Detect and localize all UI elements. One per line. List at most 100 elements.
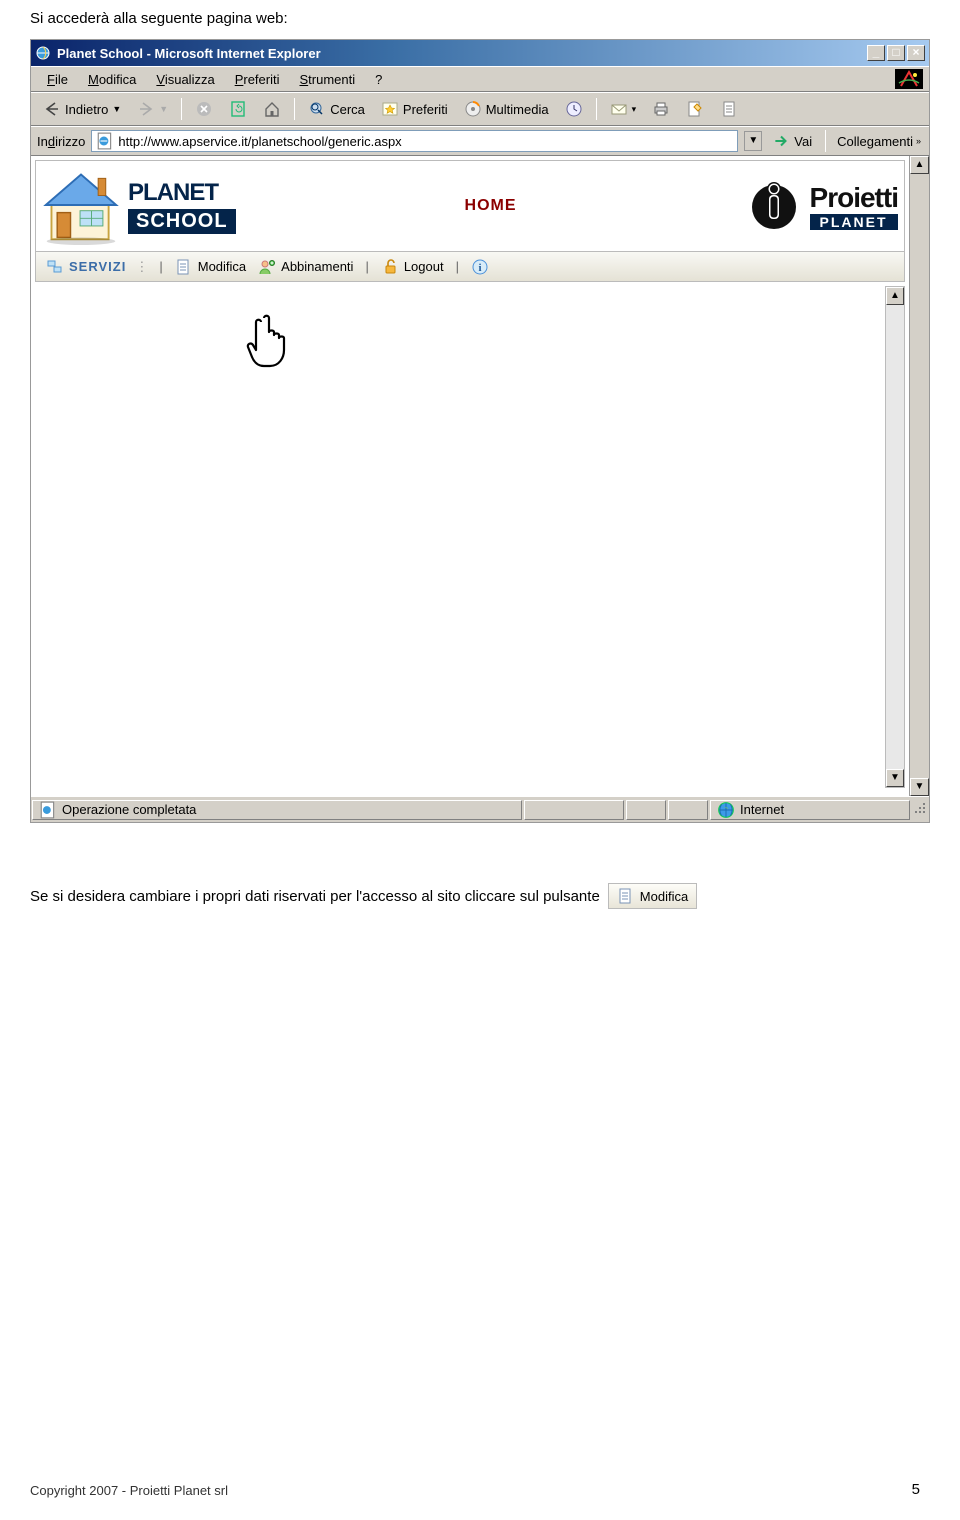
titlebar: Planet School - Microsoft Internet Explo… — [31, 40, 929, 66]
logout-button[interactable]: Logout — [377, 256, 448, 278]
home-link[interactable]: HOME — [236, 197, 746, 215]
servizi-icon — [46, 258, 64, 276]
address-dropdown[interactable]: ▼ — [744, 131, 762, 151]
favorites-icon — [381, 100, 399, 118]
page-done-icon — [39, 801, 57, 819]
intro-text: Si accederà alla seguente pagina web: — [30, 10, 930, 27]
url-input[interactable] — [118, 134, 733, 149]
links-label: Collegamenti — [837, 134, 913, 149]
toolbar-separator — [596, 98, 597, 120]
back-arrow-icon — [43, 100, 61, 118]
refresh-button[interactable] — [223, 97, 253, 121]
proietti-logo: Proietti PLANET — [746, 177, 904, 236]
servizi-button[interactable]: SERVIZI ⋮ — [42, 256, 151, 278]
discuss-button[interactable] — [714, 97, 744, 121]
modifica-icon — [175, 258, 193, 276]
house-icon — [38, 165, 124, 248]
app-toolbar: SERVIZI ⋮ | Modifica Abbinamenti | Logou… — [35, 252, 905, 282]
forward-button[interactable]: ▼ — [131, 97, 174, 121]
history-button[interactable] — [559, 97, 589, 121]
media-button[interactable]: Multimedia — [458, 97, 555, 121]
back-dropdown-icon: ▼ — [112, 104, 121, 114]
modifica-chip[interactable]: Modifica — [608, 883, 697, 909]
print-button[interactable] — [646, 97, 676, 121]
ie-logo-icon — [895, 69, 923, 89]
planet-school-logo: PLANET SCHOOL — [36, 165, 236, 248]
minimize-button[interactable]: _ — [867, 45, 885, 61]
chevron-icon: » — [916, 136, 921, 146]
edit-icon — [686, 100, 704, 118]
edit-button[interactable] — [680, 97, 710, 121]
media-icon — [464, 100, 482, 118]
modifica-icon — [617, 887, 635, 905]
menu-modifica[interactable]: Modifica — [78, 70, 146, 89]
menu-help[interactable]: ? — [365, 70, 392, 89]
toolbar: Indietro ▼ ▼ Cerca Preferiti Multimedia — [31, 92, 929, 126]
status-text: Operazione completata — [62, 802, 196, 817]
favorites-button[interactable]: Preferiti — [375, 97, 454, 121]
status-left: Operazione completata — [32, 800, 522, 820]
logout-icon — [381, 258, 399, 276]
mail-button[interactable]: ▾ — [604, 97, 643, 121]
modifica-label: Modifica — [198, 259, 246, 274]
menu-strumenti[interactable]: Strumenti — [289, 70, 365, 89]
nav-sep: | — [365, 259, 368, 274]
zone-label: Internet — [740, 802, 784, 817]
scrollbar[interactable]: ▲ ▼ — [909, 156, 929, 796]
menu-preferiti[interactable]: Preferiti — [225, 70, 290, 89]
status-pane — [626, 800, 666, 820]
ie-icon — [35, 45, 51, 61]
proietti-planet-label: PLANET — [810, 214, 898, 230]
menu-visualizza[interactable]: Visualizza — [146, 70, 224, 89]
address-field[interactable] — [91, 130, 738, 152]
scroll-down-icon[interactable]: ▼ — [910, 778, 929, 796]
servizi-label: SERVIZI — [69, 259, 126, 274]
toolbar-separator — [294, 98, 295, 120]
internet-zone-icon — [717, 801, 735, 819]
modifica-chip-label: Modifica — [640, 889, 688, 904]
resize-grip-icon[interactable] — [911, 801, 929, 818]
status-pane — [668, 800, 708, 820]
menu-file[interactable]: File — [37, 70, 78, 89]
close-button[interactable]: × — [907, 45, 925, 61]
mail-icon — [610, 100, 628, 118]
back-label: Indietro — [65, 102, 108, 117]
abbinamenti-button[interactable]: Abbinamenti — [254, 256, 357, 278]
favorites-label: Preferiti — [403, 102, 448, 117]
inner-scrollbar[interactable]: ▲ ▼ — [885, 286, 905, 788]
forward-arrow-icon — [137, 100, 155, 118]
scroll-up-icon[interactable]: ▲ — [910, 156, 929, 174]
status-pane — [524, 800, 624, 820]
menubar: File Modifica Visualizza Preferiti Strum… — [31, 66, 929, 92]
scroll-down-icon[interactable]: ▼ — [886, 769, 904, 787]
svg-text:i: i — [478, 262, 481, 274]
status-zone: Internet — [710, 800, 910, 820]
search-button[interactable]: Cerca — [302, 97, 371, 121]
search-icon — [308, 100, 326, 118]
scroll-track[interactable] — [910, 174, 929, 778]
scroll-track[interactable] — [886, 305, 904, 769]
cursor-hand-icon — [246, 312, 290, 373]
links-button[interactable]: Collegamenti » — [835, 132, 923, 151]
statusbar: Operazione completata Internet — [31, 796, 929, 822]
stop-icon — [195, 100, 213, 118]
toolbar-separator — [181, 98, 182, 120]
home-button[interactable] — [257, 97, 287, 121]
stop-button[interactable] — [189, 97, 219, 121]
info-button[interactable]: i — [467, 256, 493, 278]
abbinamenti-label: Abbinamenti — [281, 259, 353, 274]
page-body: PLANET SCHOOL HOME — [31, 156, 909, 796]
logout-label: Logout — [404, 259, 444, 274]
window-title: Planet School - Microsoft Internet Explo… — [57, 46, 867, 61]
go-icon — [772, 132, 790, 150]
page-icon — [96, 132, 114, 150]
scroll-up-icon[interactable]: ▲ — [886, 287, 904, 305]
site-header: PLANET SCHOOL HOME — [35, 160, 905, 252]
modifica-button[interactable]: Modifica — [171, 256, 250, 278]
maximize-button[interactable]: □ — [887, 45, 905, 61]
school-label: SCHOOL — [128, 209, 236, 234]
page-number: 5 — [912, 1481, 920, 1498]
back-button[interactable]: Indietro ▼ — [37, 97, 127, 121]
nav-sep: | — [456, 259, 459, 274]
go-button[interactable]: Vai — [768, 130, 816, 152]
